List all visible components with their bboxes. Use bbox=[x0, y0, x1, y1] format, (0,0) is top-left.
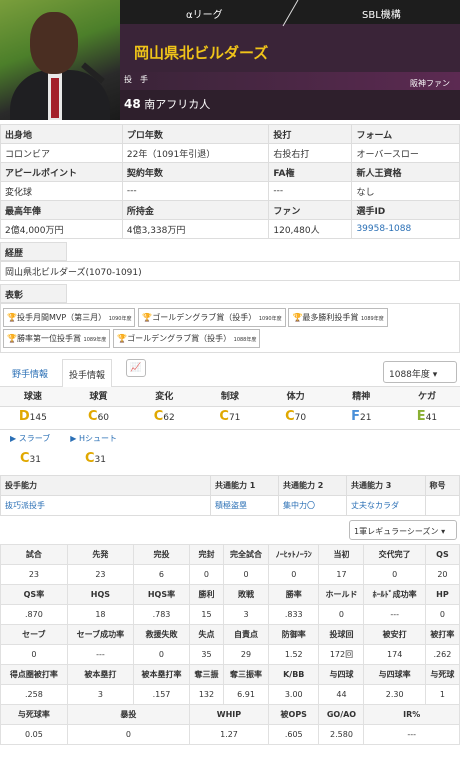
ability-header: 共通能力 1 bbox=[210, 475, 279, 496]
info-label: 新人王資格 bbox=[351, 162, 460, 182]
awards-label: 表彰 bbox=[0, 284, 67, 303]
ability-header: 共通能力 2 bbox=[278, 475, 347, 496]
rating-value: C60 bbox=[88, 409, 110, 424]
position-label: 投 手 bbox=[124, 75, 148, 84]
info-value: --- bbox=[121, 181, 270, 201]
info-label: 所持金 bbox=[121, 200, 270, 220]
rating-value: C71 bbox=[219, 409, 241, 424]
trophy-icon: 🏆 bbox=[292, 313, 303, 322]
tab-fielder[interactable]: 野手情報 bbox=[6, 363, 54, 384]
info-value: 4億3,338万円 bbox=[121, 219, 270, 239]
info-label: フォーム bbox=[351, 124, 460, 144]
award-badge: 🏆勝率第一位投手賞 1089年度 bbox=[3, 329, 111, 348]
pitch-types: ▶ スラーブ ▶ Hシュート bbox=[0, 429, 460, 447]
ability-link[interactable]: 集中力〇 bbox=[278, 495, 347, 516]
career-label: 経歴 bbox=[0, 242, 67, 261]
ability-header: 称号 bbox=[424, 475, 460, 496]
info-value: 変化球 bbox=[0, 181, 123, 201]
info-tabs: 野手情報 投手情報 📈 1088年度 ▾ bbox=[0, 357, 460, 387]
info-label: 出身地 bbox=[0, 124, 123, 144]
info-value: 120,480人 bbox=[268, 219, 353, 239]
pitch-type: ▶ スラーブ bbox=[10, 434, 51, 443]
ability-link[interactable]: 丈夫なカラダ bbox=[346, 495, 426, 516]
year-select[interactable]: 1088年度 ▾ bbox=[383, 361, 457, 383]
award-badge: 🏆ゴールデングラブ賞（投手） 1090年度 bbox=[138, 308, 286, 327]
rating-label: 球質 bbox=[65, 387, 132, 407]
player-number-name: 48 南アフリカ人 bbox=[120, 90, 460, 120]
trophy-icon: 🏆 bbox=[142, 313, 153, 322]
pitch-value: C31 bbox=[85, 451, 106, 466]
season-select[interactable]: 1軍レギュラーシーズン ▾ bbox=[349, 520, 457, 540]
info-label: 最高年俸 bbox=[0, 200, 123, 220]
ability-link[interactable]: 抜巧派投手 bbox=[0, 495, 211, 516]
chart-line-icon[interactable]: 📈 bbox=[126, 359, 146, 377]
tab-pitcher[interactable]: 投手情報 bbox=[62, 359, 113, 387]
award-badge: 🏆投手月間MVP（第三月） 1090年度 bbox=[3, 308, 136, 327]
info-label: ファン bbox=[268, 200, 353, 220]
rating-value: C70 bbox=[285, 409, 307, 424]
info-label: 選手ID bbox=[351, 200, 460, 220]
rating-value: F21 bbox=[351, 409, 372, 424]
rating-label: ケガ bbox=[394, 387, 460, 407]
player-photo bbox=[0, 0, 120, 120]
info-value: 右投右打 bbox=[268, 143, 353, 163]
org-link[interactable]: SBL機構 bbox=[362, 6, 401, 21]
player-number: 48 bbox=[124, 97, 141, 111]
rating-label: 変化 bbox=[131, 387, 198, 407]
rating-label: 体力 bbox=[262, 387, 329, 407]
player-header: αリーグ SBL機構 岡山県北ビルダーズ 投 手 阪神ファン 48 南アフリカ人 bbox=[0, 0, 460, 120]
rating-label: 精神 bbox=[328, 387, 395, 407]
info-label: FA権 bbox=[268, 162, 353, 182]
player-name: 南アフリカ人 bbox=[144, 98, 211, 111]
info-value: 22年（1091年引退） bbox=[121, 143, 270, 163]
ratings-grid: 球速 球質 変化 制球 体力 精神 ケガ D145 C60 C62 C71 C7… bbox=[0, 387, 460, 427]
trophy-icon: 🏆 bbox=[117, 334, 128, 343]
info-value: オーバースロー bbox=[351, 143, 460, 163]
info-label: 投打 bbox=[268, 124, 353, 144]
info-value: なし bbox=[351, 181, 460, 201]
player-id-link[interactable]: 39958-1088 bbox=[351, 219, 460, 239]
team-name[interactable]: 岡山県北ビルダーズ bbox=[134, 42, 268, 63]
career-value: 岡山県北ビルダーズ(1070-1091) bbox=[0, 261, 460, 281]
profile-table: 出身地 プロ年数 投打 フォーム コロンビア 22年（1091年引退） 右投右打… bbox=[0, 124, 460, 239]
award-badge: 🏆ゴールデングラブ賞（投手） 1088年度 bbox=[113, 329, 261, 348]
info-value: 2億4,000万円 bbox=[0, 219, 123, 239]
ability-link[interactable]: 積極盗塁 bbox=[210, 495, 279, 516]
trophy-icon: 🏆 bbox=[7, 313, 17, 322]
info-value: --- bbox=[268, 181, 353, 201]
info-value: コロンビア bbox=[0, 143, 123, 163]
stats-table: 試合 先発 完投 完封 完全試合 ﾉｰﾋｯﾄﾉｰﾗﾝ 当初 交代完了 QS 23 23 6 0 0 0 17… bbox=[0, 544, 460, 745]
fan-label: 阪神ファン bbox=[410, 79, 450, 88]
awards-list: 🏆投手月間MVP（第三月） 1090年度 🏆ゴールデングラブ賞（投手） 1090… bbox=[0, 303, 460, 353]
info-label: アピールポイント bbox=[0, 162, 123, 182]
league-link[interactable]: αリーグ bbox=[186, 6, 223, 21]
trophy-icon: 🏆 bbox=[7, 334, 17, 343]
ability-header: 投手能力 bbox=[0, 475, 211, 496]
rating-value: D145 bbox=[18, 409, 47, 424]
rating-label: 制球 bbox=[197, 387, 263, 407]
rating-value: C62 bbox=[153, 409, 175, 424]
ability-header: 共通能力 3 bbox=[346, 475, 426, 496]
award-badge: 🏆最多勝利投手賞 1089年度 bbox=[288, 308, 388, 327]
rating-label: 球速 bbox=[0, 387, 66, 407]
info-label: プロ年数 bbox=[121, 124, 270, 144]
ability-value bbox=[424, 495, 460, 516]
pitch-value: C31 bbox=[20, 451, 41, 466]
abilities-table: 投手能力 共通能力 1 共通能力 2 共通能力 3 称号 抜巧派投手 積極盗塁 … bbox=[0, 475, 460, 516]
league-bar: αリーグ SBL機構 bbox=[120, 0, 460, 27]
pitch-type: ▶ Hシュート bbox=[70, 434, 117, 443]
info-label: 契約年数 bbox=[121, 162, 270, 182]
pitch-values: C31 C31 bbox=[0, 447, 460, 469]
rating-value: E41 bbox=[416, 409, 438, 424]
